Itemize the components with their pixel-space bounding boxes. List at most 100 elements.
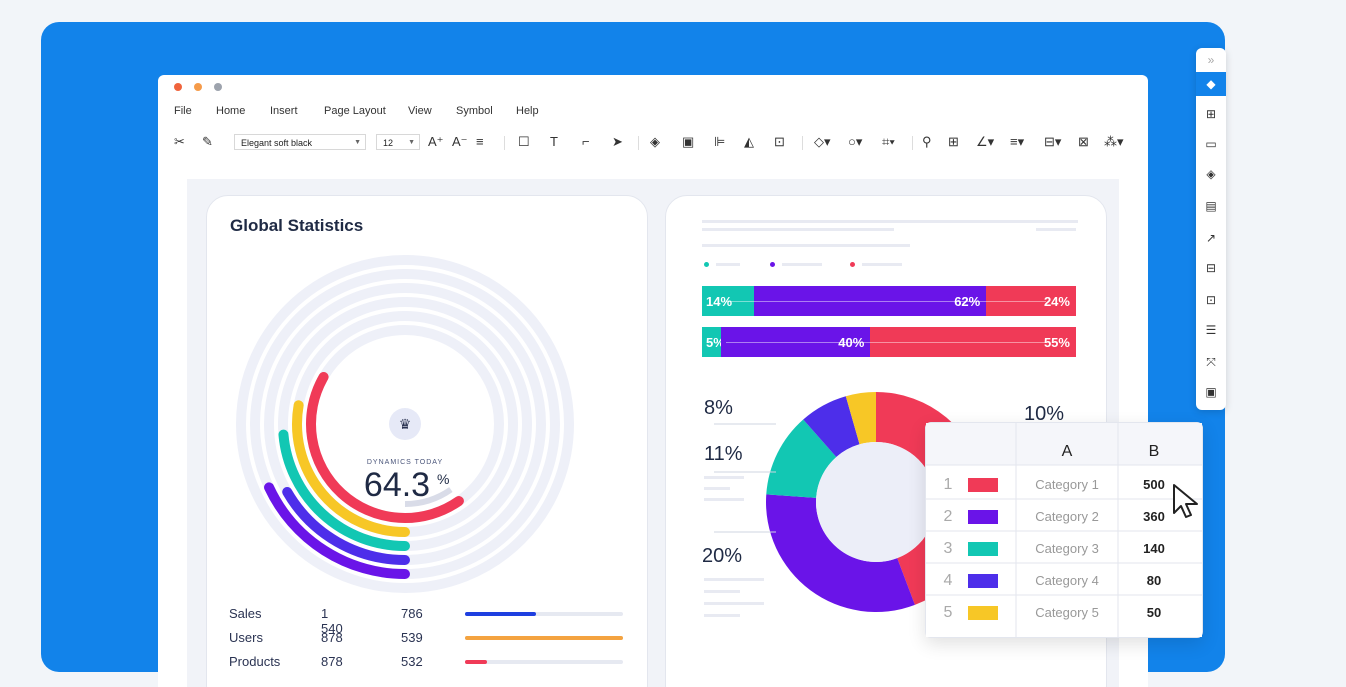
line-color-icon[interactable]: ∠▾ <box>976 134 994 150</box>
font-size-value: 12 <box>383 138 394 148</box>
stat-b: 539 <box>401 630 423 645</box>
present-icon[interactable]: ▣ <box>1196 380 1226 404</box>
close-dot[interactable] <box>174 83 182 91</box>
menu-insert[interactable]: Insert <box>270 105 298 117</box>
flip-icon[interactable]: ◭ <box>744 134 754 150</box>
stat-a: 878 <box>321 654 343 669</box>
layers-icon[interactable]: ◈ <box>1196 162 1226 186</box>
row-color-swatch <box>968 574 998 588</box>
rectangle-icon[interactable]: ☐ <box>518 134 530 150</box>
layers-icon[interactable]: ◈ <box>650 134 660 150</box>
font-size-select[interactable]: 12 ▼ <box>376 134 420 150</box>
row-category: Category 1 <box>1035 477 1099 492</box>
menu-page-layout[interactable]: Page Layout <box>324 105 386 117</box>
fit-icon[interactable]: ⤧ <box>1196 350 1226 374</box>
stat-progress-fill <box>465 636 623 640</box>
crop-icon[interactable]: ⌗▾ <box>882 134 895 150</box>
text-placeholder <box>702 228 894 231</box>
donut-label-20: 20% <box>702 545 742 567</box>
align-icon[interactable]: ☰ <box>1196 318 1226 342</box>
row-number: 2 <box>944 508 953 525</box>
cut-icon[interactable]: ✂ <box>174 134 185 150</box>
row-color-swatch <box>968 478 998 492</box>
row-number: 4 <box>944 572 953 589</box>
stat-label: Sales <box>229 606 262 621</box>
divider <box>802 136 803 150</box>
group-icon[interactable]: ▣ <box>682 134 694 150</box>
text-icon[interactable]: T <box>550 134 558 150</box>
menu-help[interactable]: Help <box>516 105 539 117</box>
text-placeholder <box>1036 228 1076 231</box>
stacked-bar-segment[interactable]: 5% <box>702 327 725 357</box>
legend-dot <box>704 262 709 267</box>
row-number: 1 <box>944 476 953 493</box>
menu-view[interactable]: View <box>408 105 432 117</box>
line-style-icon[interactable]: ≡▾ <box>1010 134 1024 150</box>
stat-label: Products <box>229 654 281 669</box>
legend-line <box>862 263 902 266</box>
col-header-a: A <box>1062 443 1073 460</box>
image-icon[interactable]: ▭ <box>1196 132 1226 156</box>
font-name: Elegant soft black <box>241 138 313 148</box>
donut-label-8: 8% <box>704 397 733 419</box>
row-category: Category 5 <box>1035 605 1099 620</box>
chart-icon[interactable]: ↗ <box>1196 226 1226 250</box>
row-color-swatch <box>968 510 998 524</box>
divider <box>638 136 639 150</box>
cursor-icon <box>1173 484 1198 518</box>
radial-chart: ♛ DYNAMICS TODAY 64.3 % <box>236 255 574 593</box>
align-icon[interactable]: ≡ <box>476 134 484 150</box>
row-value: 50 <box>1147 605 1161 620</box>
right-sidebar: » ◆ ⊞ ▭ ◈ ▤ ↗ ⊟ ⊡ ☰ ⤧ ▣ <box>1196 48 1226 410</box>
stat-progress-track <box>465 660 623 664</box>
more-icon[interactable]: ⁂▾ <box>1104 134 1124 150</box>
page-icon[interactable]: ▤ <box>1196 194 1226 218</box>
menu-symbol[interactable]: Symbol <box>456 105 493 117</box>
maximize-dot[interactable] <box>214 83 222 91</box>
row-color-swatch <box>968 606 998 620</box>
row-color-swatch <box>968 542 998 556</box>
connector-icon[interactable]: ⌐ <box>582 134 590 150</box>
data-table-popover[interactable]: A B 1 Category 1 500 2 Category 2 360 3 Categor… <box>925 422 1203 638</box>
stacked-bar-guide <box>726 342 1046 343</box>
font-select[interactable]: Elegant soft black ▼ <box>234 134 366 150</box>
fill-icon[interactable]: ◆ <box>1196 72 1226 96</box>
crown-icon: ♛ <box>399 416 412 432</box>
pointer-icon[interactable]: ➤ <box>612 134 623 150</box>
row-category: Category 2 <box>1035 509 1099 524</box>
row-value: 360 <box>1143 509 1165 524</box>
find-replace-icon[interactable]: ⊞ <box>948 134 959 150</box>
minimize-dot[interactable] <box>194 83 202 91</box>
row-number: 3 <box>944 540 953 557</box>
chevron-down-icon: ▼ <box>408 139 415 146</box>
divider <box>912 136 913 150</box>
center-label: DYNAMICS TODAY <box>367 459 443 466</box>
search-icon[interactable]: ⚲ <box>922 134 932 150</box>
text-placeholder <box>702 244 910 247</box>
row-number: 5 <box>944 604 953 621</box>
row-category: Category 3 <box>1035 541 1099 556</box>
stat-progress-track <box>465 636 623 640</box>
donut-hole <box>816 442 936 562</box>
menu-file[interactable]: File <box>174 105 192 117</box>
title-bar <box>158 75 1148 99</box>
col-header-b: B <box>1149 443 1160 460</box>
stat-progress-fill <box>465 660 488 664</box>
table-icon[interactable]: ⊟ <box>1196 256 1226 280</box>
menu-home[interactable]: Home <box>216 105 245 117</box>
format-painter-icon[interactable]: ✎ <box>202 134 213 150</box>
frame-icon[interactable]: ⊡ <box>774 134 785 150</box>
shape-style-icon[interactable]: ○▾ <box>848 134 862 150</box>
center-value: 64.3 <box>364 466 430 504</box>
lock-icon[interactable]: ⊟▾ <box>1044 134 1061 150</box>
fit-icon[interactable]: ⊠ <box>1078 134 1089 150</box>
fill-color-icon[interactable]: ◇▾ <box>814 134 831 150</box>
global-statistics-card: Global Statistics ♛ DYNAMICS TODAY 64.3 … <box>206 195 648 687</box>
align-left-icon[interactable]: ⊫ <box>714 134 725 150</box>
donut-label-11: 11% <box>704 443 743 465</box>
grid-icon[interactable]: ⊞ <box>1196 102 1226 126</box>
decrease-font-icon[interactable]: A⁻ <box>452 134 468 150</box>
shape-icon[interactable]: ⊡ <box>1196 288 1226 312</box>
double-chevron-icon[interactable]: » <box>1196 48 1226 72</box>
increase-font-icon[interactable]: A⁺ <box>428 134 444 150</box>
